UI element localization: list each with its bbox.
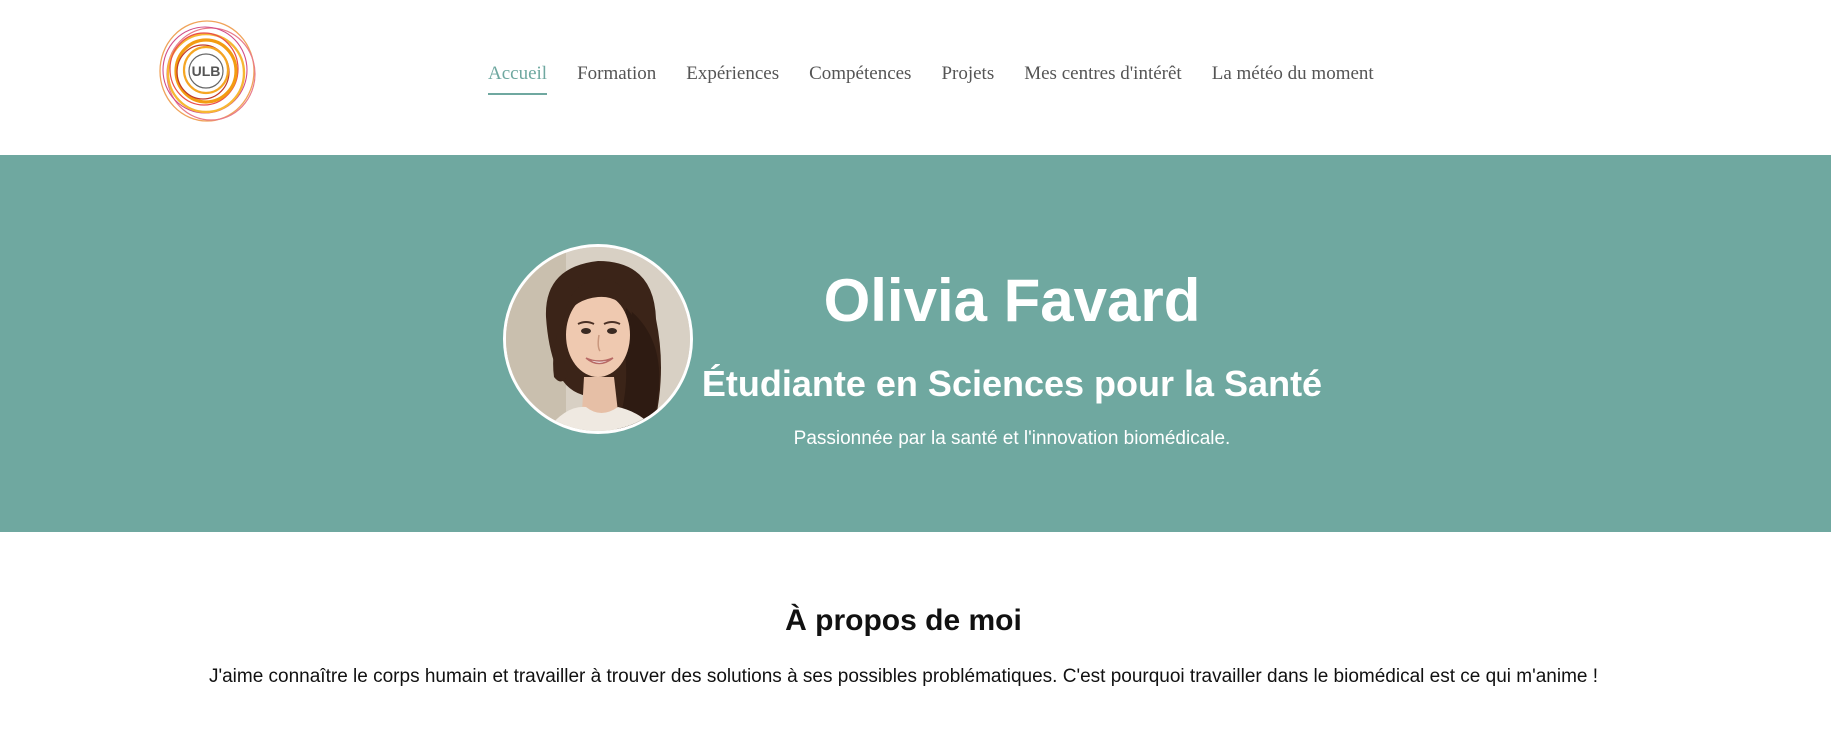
profile-photo (503, 244, 693, 434)
site-header: ULB Accueil Formation Expériences Compét… (0, 0, 1831, 155)
nav-item-experiences[interactable]: Expériences (686, 63, 779, 93)
about-title: À propos de moi (785, 604, 1022, 637)
page: ULB Accueil Formation Expériences Compét… (0, 0, 1831, 756)
main-nav: Accueil Formation Expériences Compétence… (488, 63, 1374, 97)
hero-title: Étudiante en Sciences pour la Santé (701, 363, 1323, 404)
logo-text: ULB (192, 63, 221, 79)
nav-item-projets[interactable]: Projets (941, 63, 994, 93)
nav-item-formation[interactable]: Formation (577, 63, 656, 93)
nav-item-meteo[interactable]: La météo du moment (1212, 63, 1374, 93)
university-logo-icon: ULB (159, 20, 256, 122)
hero-tagline: Passionnée par la santé et l'innovation … (793, 428, 1231, 449)
profile-photo-icon (506, 247, 690, 431)
nav-item-accueil[interactable]: Accueil (488, 63, 548, 95)
nav-item-competences[interactable]: Compétences (809, 63, 911, 93)
hero-section: Olivia Favard Étudiante en Sciences pour… (0, 155, 1831, 532)
hero-name: Olivia Favard (823, 267, 1201, 334)
university-logo[interactable]: ULB (156, 18, 262, 128)
about-text: J'aime connaître le corps humain et trav… (208, 666, 1599, 687)
nav-item-centres-interet[interactable]: Mes centres d'intérêt (1024, 63, 1181, 93)
